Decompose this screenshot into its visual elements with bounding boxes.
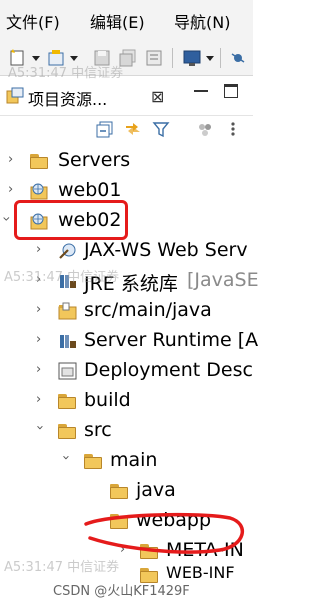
tree-item-label: src xyxy=(84,419,112,441)
link-with-editor-icon[interactable] xyxy=(124,120,142,138)
chevron-right-icon[interactable]: › xyxy=(36,393,46,406)
filter-icon[interactable] xyxy=(152,120,170,138)
minimize-icon[interactable] xyxy=(194,90,208,92)
folder-icon xyxy=(84,454,104,469)
new-dropdown-icon[interactable] xyxy=(32,56,40,61)
menu-navigate[interactable]: 导航(N) xyxy=(174,9,230,33)
chevron-right-icon[interactable]: › xyxy=(8,153,18,166)
jaxws-icon xyxy=(59,243,76,259)
watermark-stamp: A5:31:47 中信证券 xyxy=(8,66,124,81)
focus-icon[interactable] xyxy=(196,120,214,138)
tree-item-label: main xyxy=(110,449,158,471)
highlight-web02 xyxy=(14,200,128,240)
csdn-watermark: CSDN @火山KF1429F xyxy=(53,584,190,599)
tree-item-label: java xyxy=(136,479,176,501)
toolbar-separator xyxy=(172,48,173,68)
chevron-right-icon[interactable]: › xyxy=(36,363,46,376)
descriptor-icon xyxy=(58,362,77,380)
tree-item-java[interactable]: java xyxy=(0,476,253,506)
tree-item-deployment-descriptor[interactable]: › Deployment Desc xyxy=(0,356,253,386)
close-icon[interactable]: ⊠ xyxy=(151,87,164,106)
project-icon xyxy=(30,183,48,200)
menu-bar: 文件(F) 编辑(E) 导航(N) xyxy=(0,0,253,40)
chevron-right-icon[interactable]: › xyxy=(36,303,46,316)
console-dropdown-icon[interactable] xyxy=(206,56,214,61)
watermark-stamp: A5:31:47 中信证券 xyxy=(4,560,120,575)
toolbar-separator xyxy=(220,48,221,68)
tree-item-jaxws[interactable]: › JAX-WS Web Serv xyxy=(0,236,253,266)
chevron-right-icon[interactable]: › xyxy=(36,243,46,256)
console-icon[interactable] xyxy=(182,48,202,68)
folder-icon xyxy=(30,154,50,169)
view-toolbar xyxy=(0,116,253,144)
chevron-down-icon[interactable]: › xyxy=(32,425,47,435)
tree-item-src-main-java[interactable]: › src/main/java xyxy=(0,296,253,326)
watermark-stamp: A5:31:47 中信证券 xyxy=(4,270,120,285)
tree-item-servers[interactable]: › Servers xyxy=(0,146,253,176)
project-explorer-icon xyxy=(6,87,24,104)
tree-item-label: src/main/java xyxy=(84,299,212,321)
tree-item-decoration: [JavaSE xyxy=(187,269,259,291)
tree-item-main[interactable]: › main xyxy=(0,446,253,476)
collapse-all-icon[interactable] xyxy=(96,120,114,138)
tree-item-label: Server Runtime [A xyxy=(84,329,259,351)
highlight-webapp xyxy=(84,512,245,554)
chevron-down-icon[interactable]: › xyxy=(58,455,73,465)
library-icon xyxy=(60,335,76,348)
maximize-icon[interactable] xyxy=(224,84,238,98)
debug-icon[interactable] xyxy=(228,48,248,68)
folder-icon xyxy=(110,484,130,499)
view-menu-icon[interactable] xyxy=(228,120,238,138)
properties-icon[interactable] xyxy=(144,48,164,68)
chevron-right-icon[interactable]: › xyxy=(8,183,18,196)
tree-item-label: web01 xyxy=(58,179,122,201)
panel-title[interactable]: 项目资源... xyxy=(28,86,107,110)
tree-item-label: Servers xyxy=(58,149,131,171)
folder-icon xyxy=(58,424,78,439)
menu-edit[interactable]: 编辑(E) xyxy=(90,9,145,33)
tree-item-label: JAX-WS Web Serv xyxy=(84,239,248,261)
tree-item-src[interactable]: › src xyxy=(0,416,253,446)
chevron-right-icon[interactable]: › xyxy=(36,333,46,346)
menu-file[interactable]: 文件(F) xyxy=(6,9,60,33)
source-folder-icon xyxy=(58,302,77,320)
tree-item-label: Deployment Desc xyxy=(84,359,253,381)
tree-item-label: build xyxy=(84,389,131,411)
project-explorer-header: 项目资源... ⊠ xyxy=(0,76,253,116)
folder-icon xyxy=(58,394,78,409)
tree-item-build[interactable]: › build xyxy=(0,386,253,416)
tree-item-server-runtime[interactable]: › Server Runtime [A xyxy=(0,326,258,356)
open-dropdown-icon[interactable] xyxy=(70,56,78,61)
